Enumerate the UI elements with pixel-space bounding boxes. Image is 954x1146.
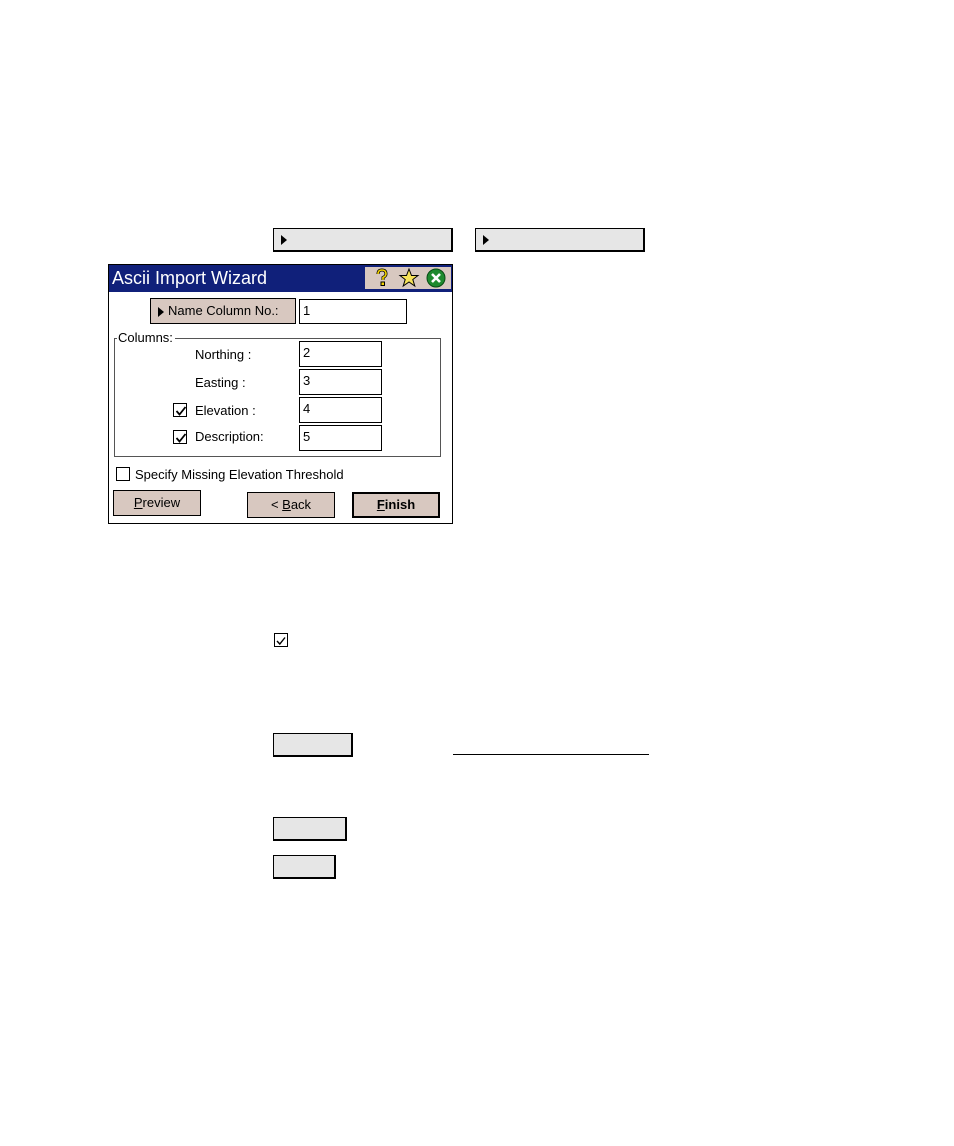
doc-button-sample-3[interactable] (273, 855, 336, 879)
elevation-label: Elevation : (195, 403, 256, 418)
elevation-checkbox[interactable] (173, 403, 187, 417)
preview-label: review (142, 495, 181, 510)
columns-group (114, 338, 441, 457)
window-title: Ascii Import Wizard (112, 268, 268, 288)
back-label: ack (290, 497, 312, 512)
doc-checkbox-sample (274, 633, 288, 647)
back-mnemonic: B (282, 497, 291, 512)
back-prefix: < (270, 497, 283, 512)
back-button[interactable]: < Back (247, 492, 335, 518)
arrow-right-icon (483, 235, 489, 245)
easting-input[interactable]: 3 (299, 369, 382, 395)
help-icon[interactable] (371, 267, 393, 289)
missing-elevation-label: Specify Missing Elevation Threshold (135, 467, 344, 482)
elevation-input[interactable]: 4 (299, 397, 382, 423)
star-icon[interactable] (398, 267, 420, 289)
checkmark-icon (276, 637, 286, 646)
finish-label: inish (384, 497, 416, 512)
name-column-button[interactable]: Name Column No.: (150, 298, 296, 324)
missing-elevation-checkbox[interactable] (116, 467, 130, 481)
checkmark-icon (175, 433, 187, 443)
columns-group-legend: Columns: (117, 330, 175, 345)
doc-dropdown-button-1[interactable] (273, 228, 453, 252)
doc-underline-rule (453, 754, 649, 755)
northing-input[interactable]: 2 (299, 341, 382, 367)
close-icon[interactable] (425, 267, 447, 289)
doc-dropdown-button-2[interactable] (475, 228, 645, 252)
checkmark-icon (175, 406, 187, 416)
description-checkbox[interactable] (173, 430, 187, 444)
finish-mnemonic: F (376, 497, 385, 512)
description-label: Description: (195, 429, 264, 444)
name-column-label: Name Column No.: (168, 303, 279, 318)
name-column-input[interactable]: 1 (299, 299, 407, 324)
arrow-right-icon (281, 235, 287, 245)
easting-label: Easting : (195, 375, 246, 390)
preview-mnemonic: P (133, 495, 143, 510)
finish-button[interactable]: Finish (352, 492, 440, 518)
arrow-right-icon (158, 307, 164, 317)
ascii-import-wizard-window: Ascii Import Wizard Name Column No.: 1 C… (108, 264, 453, 524)
northing-label: Northing : (195, 347, 252, 362)
titlebar-icons (365, 267, 451, 289)
preview-button[interactable]: Preview (113, 490, 201, 516)
description-input[interactable]: 5 (299, 425, 382, 451)
titlebar: Ascii Import Wizard (109, 265, 452, 292)
doc-button-sample-2[interactable] (273, 817, 347, 841)
doc-button-sample-1[interactable] (273, 733, 353, 757)
